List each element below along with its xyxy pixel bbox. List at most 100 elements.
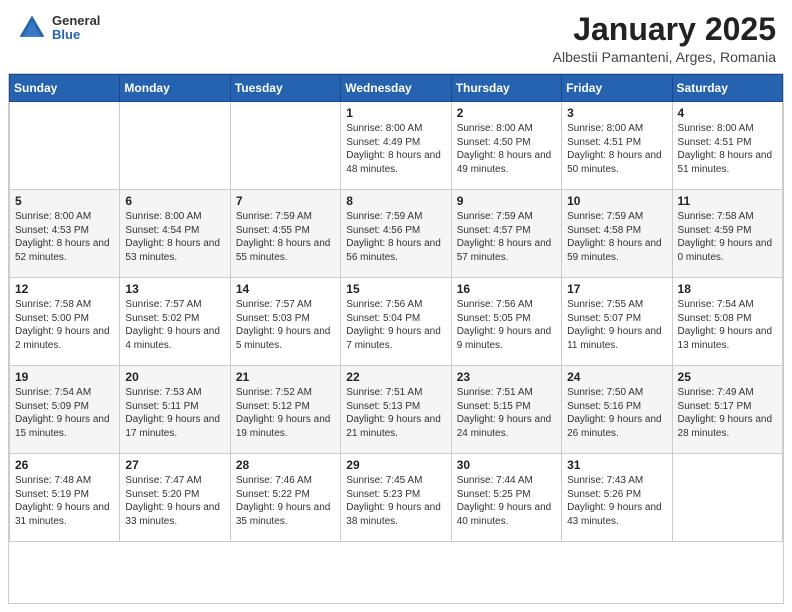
calendar-cell: 2 Sunrise: 8:00 AMSunset: 4:50 PMDaylight… bbox=[451, 102, 561, 190]
day-number: 9 bbox=[457, 194, 556, 208]
day-info: Sunrise: 7:54 AMSunset: 5:08 PMDaylight:… bbox=[678, 298, 777, 352]
day-number: 18 bbox=[678, 282, 777, 296]
calendar-cell: 15 Sunrise: 7:56 AMSunset: 5:04 PMDayligh… bbox=[341, 278, 451, 366]
calendar-cell: 3 Sunrise: 8:00 AMSunset: 4:51 PMDaylight… bbox=[562, 102, 672, 190]
day-number: 15 bbox=[346, 282, 445, 296]
month-title: January 2025 bbox=[553, 12, 776, 47]
calendar-cell: 7Sunrise: 7:59 AMSunset: 4:55 PMDaylight… bbox=[230, 190, 340, 278]
day-number: 11 bbox=[678, 194, 777, 208]
day-number: 29 bbox=[346, 458, 445, 472]
day-info: Sunrise: 7:57 AMSunset: 5:03 PMDaylight:… bbox=[236, 298, 335, 352]
day-number: 30 bbox=[457, 458, 556, 472]
calendar-cell: 8Sunrise: 7:59 AMSunset: 4:56 PMDaylight… bbox=[341, 190, 451, 278]
day-info: Sunrise: 7:43 AMSunset: 5:26 PMDaylight:… bbox=[567, 474, 666, 528]
day-number: 13 bbox=[125, 282, 224, 296]
calendar-cell: 24 Sunrise: 7:50 AMSunset: 5:16 PMDayligh… bbox=[562, 366, 672, 454]
logo-general: General bbox=[52, 14, 100, 28]
calendar-cell: 11 Sunrise: 7:58 AMSunset: 4:59 PMDayligh… bbox=[672, 190, 782, 278]
day-info: Sunrise: 7:53 AMSunset: 5:11 PMDaylight:… bbox=[125, 386, 224, 440]
weekday-monday: Monday bbox=[120, 75, 230, 102]
calendar-cell: 12 Sunrise: 7:58 AMSunset: 5:00 PMDayligh… bbox=[10, 278, 120, 366]
page: General Blue January 2025 Albestii Paman… bbox=[0, 0, 792, 612]
day-info: Sunrise: 7:58 AMSunset: 5:00 PMDaylight:… bbox=[15, 298, 114, 352]
day-number: 12 bbox=[15, 282, 114, 296]
calendar-cell: 5Sunrise: 8:00 AMSunset: 4:53 PMDaylight… bbox=[10, 190, 120, 278]
calendar-cell: 25 Sunrise: 7:49 AMSunset: 5:17 PMDayligh… bbox=[672, 366, 782, 454]
calendar-cell: 26 Sunrise: 7:48 AMSunset: 5:19 PMDayligh… bbox=[10, 454, 120, 542]
day-info: Sunrise: 7:51 AMSunset: 5:13 PMDaylight:… bbox=[346, 386, 445, 440]
day-info: Sunrise: 7:52 AMSunset: 5:12 PMDaylight:… bbox=[236, 386, 335, 440]
day-info: Sunrise: 7:59 AMSunset: 4:58 PMDaylight:… bbox=[567, 210, 666, 264]
logo-text: General Blue bbox=[52, 14, 100, 43]
calendar-header: SundayMondayTuesdayWednesdayThursdayFrid… bbox=[10, 75, 783, 102]
calendar-cell bbox=[672, 454, 782, 542]
week-row-3: 12 Sunrise: 7:58 AMSunset: 5:00 PMDayligh… bbox=[10, 278, 783, 366]
day-number: 5 bbox=[15, 194, 114, 208]
day-number: 1 bbox=[346, 106, 445, 120]
day-number: 26 bbox=[15, 458, 114, 472]
day-number: 10 bbox=[567, 194, 666, 208]
day-number: 31 bbox=[567, 458, 666, 472]
day-info: Sunrise: 7:54 AMSunset: 5:09 PMDaylight:… bbox=[15, 386, 114, 440]
day-number: 21 bbox=[236, 370, 335, 384]
day-info: Sunrise: 7:48 AMSunset: 5:19 PMDaylight:… bbox=[15, 474, 114, 528]
calendar-cell: 27Sunrise: 7:47 AMSunset: 5:20 PMDayligh… bbox=[120, 454, 230, 542]
day-info: Sunrise: 7:50 AMSunset: 5:16 PMDaylight:… bbox=[567, 386, 666, 440]
calendar: SundayMondayTuesdayWednesdayThursdayFrid… bbox=[8, 73, 784, 604]
calendar-body: 1 Sunrise: 8:00 AMSunset: 4:49 PMDaylight… bbox=[10, 102, 783, 542]
day-info: Sunrise: 7:44 AMSunset: 5:25 PMDaylight:… bbox=[457, 474, 556, 528]
header: General Blue January 2025 Albestii Paman… bbox=[0, 0, 792, 73]
calendar-cell: 18 Sunrise: 7:54 AMSunset: 5:08 PMDayligh… bbox=[672, 278, 782, 366]
calendar-cell bbox=[10, 102, 120, 190]
day-info: Sunrise: 8:00 AMSunset: 4:49 PMDaylight:… bbox=[346, 122, 445, 176]
day-number: 27 bbox=[125, 458, 224, 472]
week-row-4: 19Sunrise: 7:54 AMSunset: 5:09 PMDayligh… bbox=[10, 366, 783, 454]
day-info: Sunrise: 7:49 AMSunset: 5:17 PMDaylight:… bbox=[678, 386, 777, 440]
day-number: 28 bbox=[236, 458, 335, 472]
day-info: Sunrise: 7:56 AMSunset: 5:04 PMDaylight:… bbox=[346, 298, 445, 352]
day-info: Sunrise: 7:58 AMSunset: 4:59 PMDaylight:… bbox=[678, 210, 777, 264]
calendar-cell: 30 Sunrise: 7:44 AMSunset: 5:25 PMDayligh… bbox=[451, 454, 561, 542]
day-number: 17 bbox=[567, 282, 666, 296]
logo-icon bbox=[16, 12, 48, 44]
calendar-cell: 31 Sunrise: 7:43 AMSunset: 5:26 PMDayligh… bbox=[562, 454, 672, 542]
week-row-1: 1 Sunrise: 8:00 AMSunset: 4:49 PMDaylight… bbox=[10, 102, 783, 190]
week-row-2: 5Sunrise: 8:00 AMSunset: 4:53 PMDaylight… bbox=[10, 190, 783, 278]
calendar-cell bbox=[230, 102, 340, 190]
day-info: Sunrise: 8:00 AMSunset: 4:51 PMDaylight:… bbox=[678, 122, 777, 176]
day-info: Sunrise: 8:00 AMSunset: 4:54 PMDaylight:… bbox=[125, 210, 224, 264]
day-info: Sunrise: 8:00 AMSunset: 4:51 PMDaylight:… bbox=[567, 122, 666, 176]
calendar-cell bbox=[120, 102, 230, 190]
logo-blue: Blue bbox=[52, 28, 100, 42]
calendar-cell: 28 Sunrise: 7:46 AMSunset: 5:22 PMDayligh… bbox=[230, 454, 340, 542]
weekday-tuesday: Tuesday bbox=[230, 75, 340, 102]
weekday-friday: Friday bbox=[562, 75, 672, 102]
weekday-saturday: Saturday bbox=[672, 75, 782, 102]
day-number: 16 bbox=[457, 282, 556, 296]
calendar-cell: 21 Sunrise: 7:52 AMSunset: 5:12 PMDayligh… bbox=[230, 366, 340, 454]
day-info: Sunrise: 7:59 AMSunset: 4:55 PMDaylight:… bbox=[236, 210, 335, 264]
day-info: Sunrise: 7:51 AMSunset: 5:15 PMDaylight:… bbox=[457, 386, 556, 440]
weekday-sunday: Sunday bbox=[10, 75, 120, 102]
day-number: 24 bbox=[567, 370, 666, 384]
title-section: January 2025 Albestii Pamanteni, Arges, … bbox=[553, 12, 776, 65]
day-number: 4 bbox=[678, 106, 777, 120]
weekday-thursday: Thursday bbox=[451, 75, 561, 102]
calendar-cell: 13 Sunrise: 7:57 AMSunset: 5:02 PMDayligh… bbox=[120, 278, 230, 366]
weekday-wednesday: Wednesday bbox=[341, 75, 451, 102]
day-number: 2 bbox=[457, 106, 556, 120]
calendar-cell: 6 Sunrise: 8:00 AMSunset: 4:54 PMDaylight… bbox=[120, 190, 230, 278]
day-info: Sunrise: 7:46 AMSunset: 5:22 PMDaylight:… bbox=[236, 474, 335, 528]
day-info: Sunrise: 7:57 AMSunset: 5:02 PMDaylight:… bbox=[125, 298, 224, 352]
day-number: 22 bbox=[346, 370, 445, 384]
calendar-cell: 4 Sunrise: 8:00 AMSunset: 4:51 PMDaylight… bbox=[672, 102, 782, 190]
day-number: 3 bbox=[567, 106, 666, 120]
location-subtitle: Albestii Pamanteni, Arges, Romania bbox=[553, 49, 776, 65]
calendar-cell: 17Sunrise: 7:55 AMSunset: 5:07 PMDayligh… bbox=[562, 278, 672, 366]
calendar-cell: 1 Sunrise: 8:00 AMSunset: 4:49 PMDaylight… bbox=[341, 102, 451, 190]
calendar-cell: 22 Sunrise: 7:51 AMSunset: 5:13 PMDayligh… bbox=[341, 366, 451, 454]
day-number: 6 bbox=[125, 194, 224, 208]
day-info: Sunrise: 8:00 AMSunset: 4:50 PMDaylight:… bbox=[457, 122, 556, 176]
day-number: 25 bbox=[678, 370, 777, 384]
day-info: Sunrise: 7:56 AMSunset: 5:05 PMDaylight:… bbox=[457, 298, 556, 352]
